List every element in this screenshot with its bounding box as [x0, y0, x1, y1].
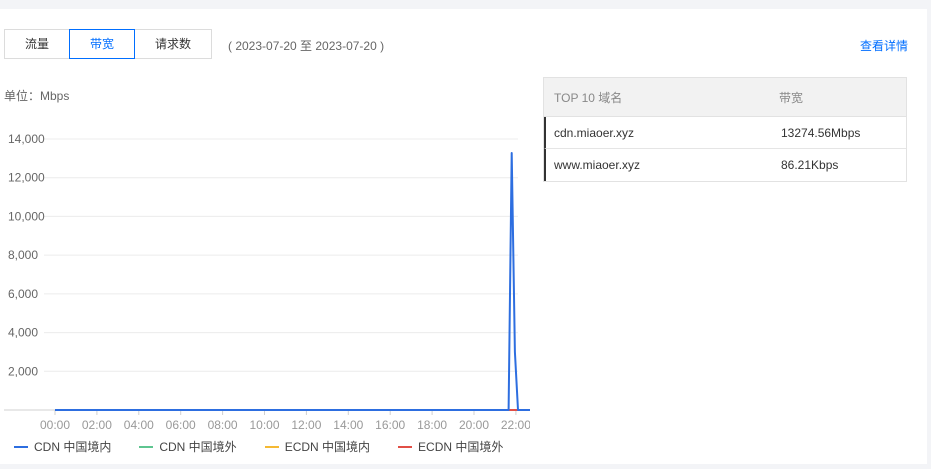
unit-label: 单位：Mbps [4, 89, 70, 103]
top-domains-table: TOP 10 域名 带宽 cdn.miaoer.xyz 13274.56Mbps… [543, 77, 907, 182]
tab-bandwidth[interactable]: 带宽 [69, 29, 135, 59]
table-header: TOP 10 域名 带宽 [544, 78, 906, 117]
row-bandwidth: 86.21Kbps [781, 158, 839, 172]
y-tick-label: 4,000 [8, 326, 38, 340]
y-tick-label: 2,000 [8, 364, 38, 378]
date-range: ( 2023-07-20 至 2023-07-20 ) [228, 39, 385, 53]
x-tick-label: 22:00 [501, 418, 530, 432]
tab-requests[interactable]: 请求数 [134, 29, 212, 59]
legend-item-cdn-domestic[interactable]: CDN 中国境内 [14, 438, 111, 455]
x-tick-label: 12:00 [291, 418, 321, 432]
legend-item-cdn-overseas[interactable]: CDN 中国境外 [139, 438, 237, 455]
legend-item-ecdn-overseas[interactable]: ECDN 中国境外 [398, 438, 503, 455]
x-tick-label: 18:00 [417, 418, 447, 432]
header-domain: TOP 10 域名 [554, 90, 623, 105]
legend-swatch [264, 445, 279, 448]
y-tick-label: 10,000 [8, 209, 45, 223]
x-tick-label: 14:00 [333, 418, 363, 432]
chart-legend: CDN 中国境内 CDN 中国境外 ECDN 中国境内 ECDN 中国境外 [14, 438, 531, 455]
y-tick-label: 6,000 [8, 287, 38, 301]
x-tick-label: 20:00 [459, 418, 489, 432]
bandwidth-chart: 2,000 4,000 6,000 8,000 10,000 12,000 14,000 00… [4, 132, 530, 432]
legend-label: ECDN 中国境内 [284, 440, 371, 454]
metric-tabs: 流量 带宽 请求数 [4, 29, 212, 59]
legend-label: CDN 中国境外 [159, 440, 237, 454]
x-tick-label: 08:00 [208, 418, 238, 432]
table-row: cdn.miaoer.xyz 13274.56Mbps [544, 117, 906, 149]
row-domain: www.miaoer.xyz [554, 158, 641, 172]
tab-traffic[interactable]: 流量 [4, 29, 70, 59]
legend-label: CDN 中国境内 [34, 440, 112, 454]
y-tick-label: 12,000 [8, 171, 45, 185]
x-tick-label: 10:00 [249, 418, 279, 432]
legend-swatch [14, 445, 28, 448]
row-bandwidth: 13274.56Mbps [781, 125, 861, 140]
y-tick-label: 8,000 [8, 248, 38, 262]
table-row: www.miaoer.xyz 86.21Kbps [544, 149, 906, 181]
legend-swatch [398, 445, 413, 448]
legend-item-ecdn-domestic[interactable]: ECDN 中国境内 [264, 438, 371, 455]
bandwidth-panel: 流量 带宽 请求数 ( 2023-07-20 至 2023-07-20 ) 查看… [0, 9, 927, 464]
y-tick-label: 14,000 [8, 132, 45, 146]
header-bandwidth: 带宽 [779, 90, 804, 105]
legend-label: ECDN 中国境外 [418, 440, 504, 454]
x-tick-label: 06:00 [166, 418, 196, 432]
legend-swatch [139, 445, 154, 448]
row-domain: cdn.miaoer.xyz [554, 125, 635, 140]
x-tick-label: 02:00 [82, 418, 112, 432]
x-tick-label: 16:00 [375, 418, 405, 432]
x-tick-label: 00:00 [40, 418, 70, 432]
x-tick-label: 04:00 [124, 418, 154, 432]
view-details-link[interactable]: 查看详情 [860, 37, 908, 54]
